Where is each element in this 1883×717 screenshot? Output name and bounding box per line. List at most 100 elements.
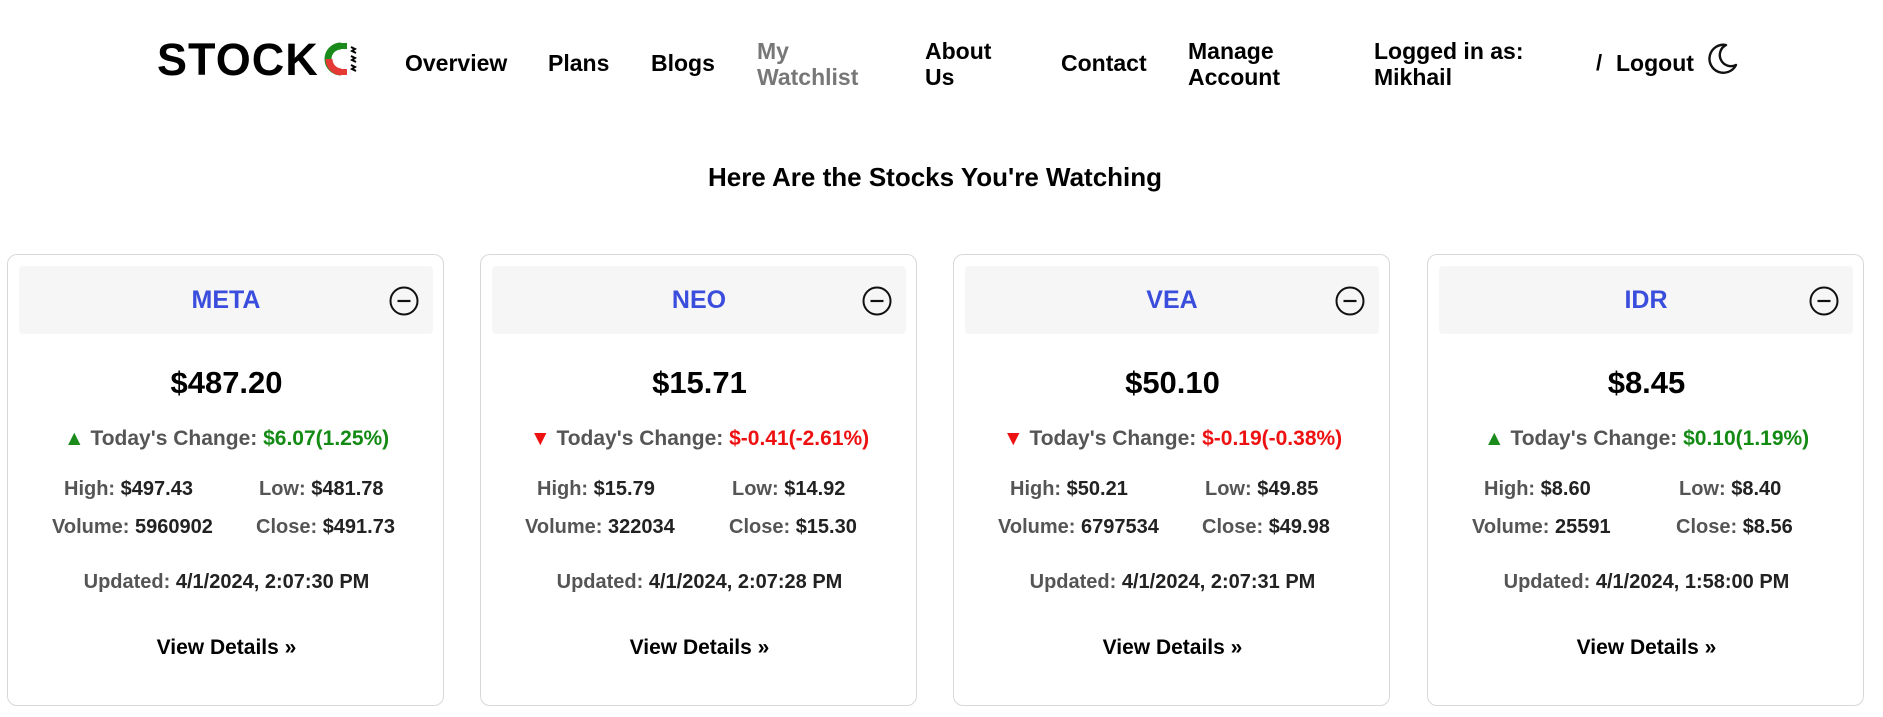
stat-close: Close: $49.98 <box>1202 516 1330 539</box>
todays-change: ▼ Today's Change: $-0.19(-0.38%) <box>954 427 1391 451</box>
stat-volume: Volume: 322034 <box>525 516 675 539</box>
logo-magnet-icon <box>324 42 357 76</box>
stat-value: $8.56 <box>1742 516 1793 538</box>
stat-high: High: $15.79 <box>537 478 655 501</box>
stat-low: Low: $8.40 <box>1679 478 1781 501</box>
logout-link[interactable]: Logout <box>1616 50 1694 76</box>
stat-label: Low: <box>732 478 779 500</box>
todays-change: ▼ Today's Change: $-0.41(-2.61%) <box>481 427 918 451</box>
stat-high: High: $50.21 <box>1010 478 1128 501</box>
stat-low: Low: $481.78 <box>259 478 384 501</box>
stat-value: $15.30 <box>795 516 857 538</box>
stat-close: Close: $491.73 <box>256 516 395 539</box>
nav-my-watchlist[interactable]: My Watchlist <box>757 38 877 90</box>
stat-value: $8.60 <box>1540 478 1591 500</box>
updated-value: 4/1/2024, 1:58:00 PM <box>1595 571 1790 593</box>
triangle-down-icon: ▼ <box>529 427 551 450</box>
triangle-down-icon: ▼ <box>1002 427 1024 450</box>
stat-value: $49.85 <box>1257 478 1319 500</box>
stock-price: $487.20 <box>170 365 283 400</box>
change-value: $-0.19(-0.38%) <box>1202 427 1343 450</box>
stat-label: Low: <box>259 478 306 500</box>
view-details-link[interactable]: View Details » <box>954 636 1391 660</box>
minus-circle-icon[interactable] <box>388 285 420 317</box>
stock-ticker[interactable]: IDR <box>1439 266 1853 334</box>
stat-label: High: <box>1484 478 1536 500</box>
minus-circle-icon[interactable] <box>1808 285 1840 317</box>
stat-label: Volume: <box>525 516 603 538</box>
change-value: $-0.41(-2.61%) <box>729 427 870 450</box>
stat-low: Low: $14.92 <box>732 478 845 501</box>
updated-timestamp: Updated: 4/1/2024, 2:07:30 PM <box>8 571 445 594</box>
stat-value: 6797534 <box>1080 516 1159 538</box>
stat-label: Close: <box>1676 516 1738 538</box>
change-label: Today's Change: <box>1510 427 1678 450</box>
nav-about-us[interactable]: About Us <box>925 38 1015 90</box>
stat-value: 322034 <box>607 516 675 538</box>
stat-high: High: $8.60 <box>1484 478 1591 501</box>
updated-timestamp: Updated: 4/1/2024, 2:07:31 PM <box>954 571 1391 594</box>
minus-circle-icon[interactable] <box>861 285 893 317</box>
logo-text: STOCK <box>157 33 319 85</box>
stat-value: $8.40 <box>1731 478 1782 500</box>
stat-value: $497.43 <box>120 478 193 500</box>
stat-value: 5960902 <box>134 516 213 538</box>
stock-ticker[interactable]: NEO <box>492 266 906 334</box>
stock-card: META $487.20 ▲ Today's Change: $6.07(1.2… <box>7 254 444 706</box>
updated-label: Updated: <box>1503 571 1591 593</box>
stat-close: Close: $15.30 <box>729 516 857 539</box>
triangle-up-icon: ▲ <box>1483 427 1505 450</box>
nav-plans[interactable]: Plans <box>548 50 609 76</box>
updated-label: Updated: <box>1029 571 1117 593</box>
moon-icon[interactable] <box>1705 42 1739 76</box>
change-value: $0.10(1.19%) <box>1683 427 1810 450</box>
stock-ticker[interactable]: META <box>19 266 433 334</box>
stat-volume: Volume: 25591 <box>1472 516 1611 539</box>
nav-blogs[interactable]: Blogs <box>651 50 715 76</box>
view-details-link[interactable]: View Details » <box>8 636 445 660</box>
stat-value: $14.92 <box>784 478 846 500</box>
nav-separator: / <box>1596 50 1603 75</box>
view-details-link[interactable]: View Details » <box>1428 636 1865 660</box>
minus-circle-icon[interactable] <box>1334 285 1366 317</box>
triangle-up-icon: ▲ <box>63 427 85 450</box>
view-details-link[interactable]: View Details » <box>481 636 918 660</box>
stat-value: $15.79 <box>593 478 655 500</box>
todays-change: ▲ Today's Change: $0.10(1.19%) <box>1428 427 1865 451</box>
logged-in-user: Logged in as: Mikhail <box>1374 38 1524 90</box>
stock-price: $8.45 <box>1607 365 1686 400</box>
updated-timestamp: Updated: 4/1/2024, 1:58:00 PM <box>1428 571 1865 594</box>
stat-label: Volume: <box>998 516 1076 538</box>
page-title: Here Are the Stocks You're Watching <box>707 162 1163 192</box>
nav-overview[interactable]: Overview <box>405 50 507 76</box>
stock-card: VEA $50.10 ▼ Today's Change: $-0.19(-0.3… <box>953 254 1390 706</box>
updated-value: 4/1/2024, 2:07:28 PM <box>648 571 843 593</box>
stat-value: $491.73 <box>322 516 395 538</box>
nav-manage-account[interactable]: Manage Account <box>1188 38 1328 90</box>
todays-change: ▲ Today's Change: $6.07(1.25%) <box>8 427 445 451</box>
stat-label: Close: <box>729 516 791 538</box>
updated-label: Updated: <box>83 571 171 593</box>
stat-label: High: <box>537 478 589 500</box>
stock-ticker[interactable]: VEA <box>965 266 1379 334</box>
updated-value: 4/1/2024, 2:07:30 PM <box>175 571 370 593</box>
stat-high: High: $497.43 <box>64 478 193 501</box>
stat-label: Low: <box>1205 478 1252 500</box>
stat-label: Volume: <box>1472 516 1550 538</box>
card-header: VEA <box>965 266 1379 334</box>
card-header: META <box>19 266 433 334</box>
logo[interactable]: STOCK <box>157 33 361 85</box>
stock-card: NEO $15.71 ▼ Today's Change: $-0.41(-2.6… <box>480 254 917 706</box>
stat-volume: Volume: 5960902 <box>52 516 213 539</box>
stat-label: Close: <box>256 516 318 538</box>
stat-value: $49.98 <box>1268 516 1330 538</box>
stat-label: Low: <box>1679 478 1726 500</box>
nav-contact[interactable]: Contact <box>1061 50 1147 76</box>
stat-value: 25591 <box>1554 516 1611 538</box>
change-label: Today's Change: <box>556 427 724 450</box>
change-label: Today's Change: <box>90 427 258 450</box>
stat-low: Low: $49.85 <box>1205 478 1318 501</box>
stat-volume: Volume: 6797534 <box>998 516 1159 539</box>
card-header: NEO <box>492 266 906 334</box>
stat-label: Volume: <box>52 516 130 538</box>
